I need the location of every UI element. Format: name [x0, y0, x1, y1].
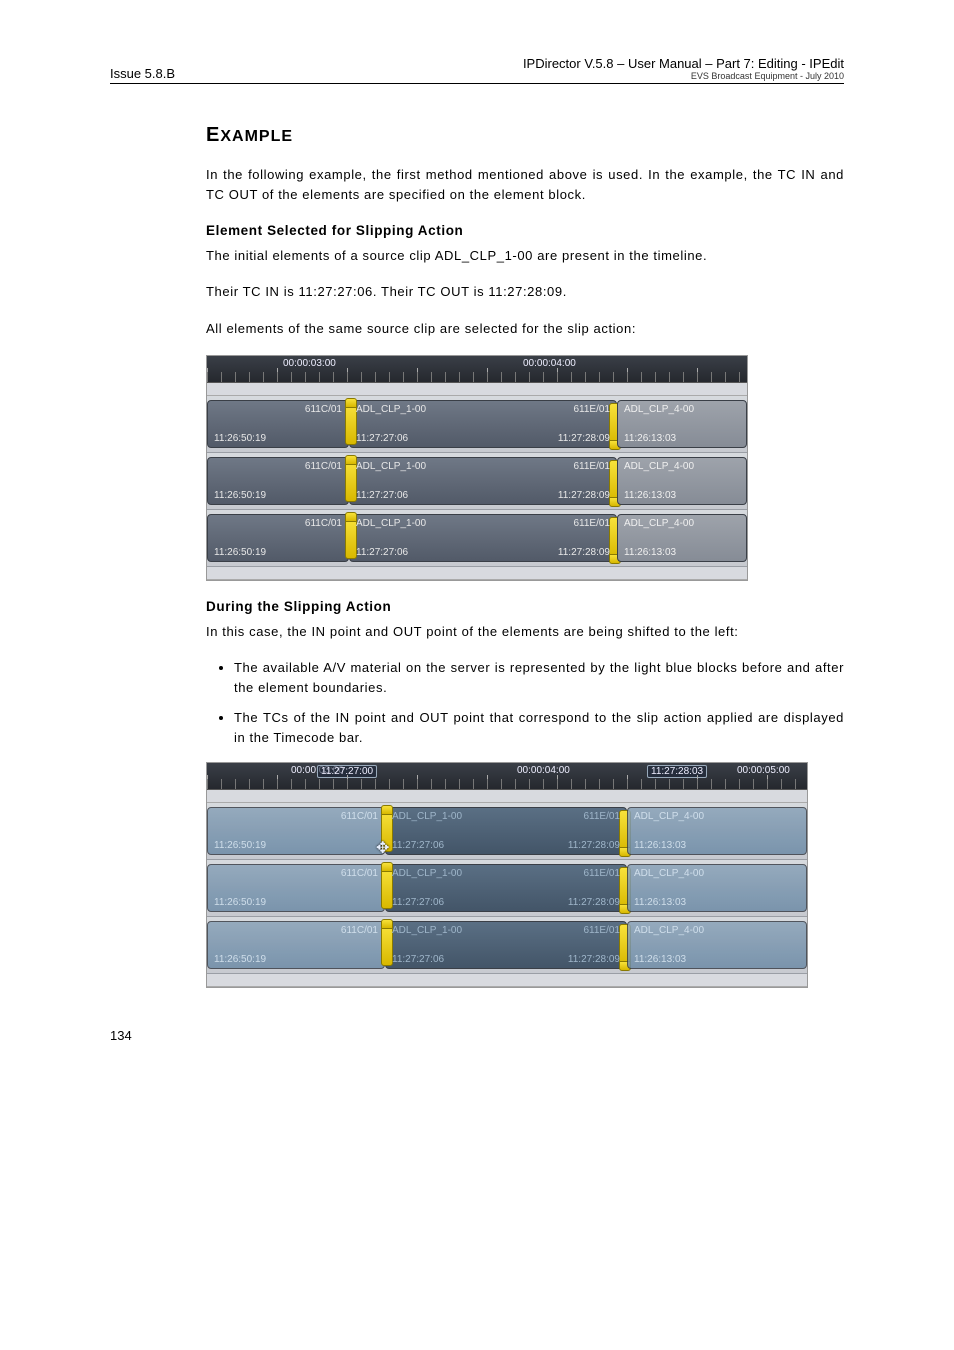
timeline-track: 611C/01 11:26:50:19 ADL_CLP_1-00 11:27:2…	[207, 860, 807, 917]
section-heading-example: EXAMPLE	[206, 124, 844, 147]
subheading-during: During the Slipping Action	[206, 599, 844, 614]
clip-ghost-left[interactable]: 611C/01 11:26:50:19	[207, 807, 385, 855]
clip-right[interactable]: ADL_CLP_4-00 11:26:13:03	[617, 400, 747, 448]
timeline-track: 611C/01 11:26:50:19 ADL_CLP_1-00 11:27:2…	[207, 453, 747, 510]
intro-paragraph: In the following example, the first meth…	[206, 165, 844, 205]
header-issue: Issue 5.8.B	[110, 66, 175, 81]
sec2-p1: In this case, the IN point and OUT point…	[206, 622, 844, 642]
clip-selected[interactable]: ADL_CLP_1-00 11:27:27:06 611E/01 11:27:2…	[349, 514, 617, 562]
page-header: Issue 5.8.B IPDirector V.5.8 – User Manu…	[110, 56, 844, 84]
sec1-p1: The initial elements of a source clip AD…	[206, 246, 844, 266]
slip-cursor-icon: ✥	[376, 838, 389, 858]
timecode-ruler: 00:00:03:00 11:27:27:00 00:00:04:00 11:2…	[207, 763, 807, 790]
bullet-item: The available A/V material on the server…	[234, 658, 844, 698]
clip-ghost-selected[interactable]: ADL_CLP_1-00 11:27:27:06 611E/01 11:27:2…	[385, 807, 627, 855]
sec1-p2: Their TC IN is 11:27:27:06. Their TC OUT…	[206, 282, 844, 302]
page-number: 134	[110, 1028, 844, 1043]
timeline-track: 611C/01 11:26:50:19 ADL_CLP_1-00 11:27:2…	[207, 396, 747, 453]
clip-selected[interactable]: ADL_CLP_1-00 11:27:27:06 611E/01 11:27:2…	[349, 457, 617, 505]
subheading-selected: Element Selected for Slipping Action	[206, 223, 844, 238]
timeline-figure-1: 00:00:03:00 00:00:04:00 611C/01 11:26:50…	[206, 355, 748, 581]
clip-selected[interactable]: ADL_CLP_1-00 11:27:27:06 611E/01 11:27:2…	[349, 400, 617, 448]
clip-ghost-right[interactable]: ADL_CLP_4-00 11:26:13:03	[627, 864, 807, 912]
clip-ghost-selected[interactable]: ADL_CLP_1-00 11:27:27:06 611E/01 11:27:2…	[385, 864, 627, 912]
clip-right[interactable]: ADL_CLP_4-00 11:26:13:03	[617, 514, 747, 562]
timeline-track: 611C/01 11:26:50:19 ADL_CLP_1-00 11:27:2…	[207, 510, 747, 567]
header-doc-sub: EVS Broadcast Equipment - July 2010	[523, 71, 844, 81]
clip-left[interactable]: 611C/01 11:26:50:19	[207, 400, 349, 448]
clip-ghost-left[interactable]: 611C/01 11:26:50:19	[207, 921, 385, 969]
clip-left[interactable]: 611C/01 11:26:50:19	[207, 514, 349, 562]
clip-ghost-left[interactable]: 611C/01 11:26:50:19	[207, 864, 385, 912]
sec1-p3: All elements of the same source clip are…	[206, 319, 844, 339]
timecode-ruler: 00:00:03:00 00:00:04:00	[207, 356, 747, 383]
clip-left[interactable]: 611C/01 11:26:50:19	[207, 457, 349, 505]
timeline-figure-2: 00:00:03:00 11:27:27:00 00:00:04:00 11:2…	[206, 762, 808, 988]
timeline-track: 611C/01 11:26:50:19 ADL_CLP_1-00 11:27:2…	[207, 803, 807, 860]
timeline-track: 611C/01 11:26:50:19 ADL_CLP_1-00 11:27:2…	[207, 917, 807, 974]
header-doc-title: IPDirector V.5.8 – User Manual – Part 7:…	[523, 56, 844, 71]
clip-ghost-right[interactable]: ADL_CLP_4-00 11:26:13:03	[627, 807, 807, 855]
clip-right[interactable]: ADL_CLP_4-00 11:26:13:03	[617, 457, 747, 505]
clip-ghost-right[interactable]: ADL_CLP_4-00 11:26:13:03	[627, 921, 807, 969]
clip-ghost-selected[interactable]: ADL_CLP_1-00 11:27:27:06 611E/01 11:27:2…	[385, 921, 627, 969]
bullet-item: The TCs of the IN point and OUT point th…	[234, 708, 844, 748]
